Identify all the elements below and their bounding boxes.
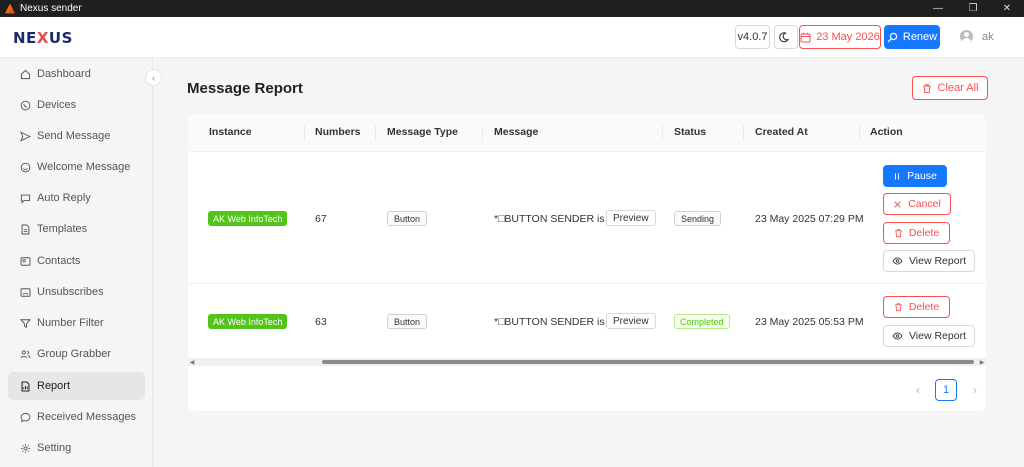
numbers-cell: 67 — [315, 213, 327, 225]
message-cell: *□BUTTON SENDER is ... — [494, 213, 617, 225]
sidebar-item-send-message[interactable]: Send Message — [8, 122, 145, 150]
sidebar-item-number-filter[interactable]: Number Filter — [8, 309, 145, 337]
restore-icon[interactable]: ❐ — [956, 0, 990, 17]
pagination-prev-icon[interactable]: ‹ — [911, 379, 925, 401]
view-report-button[interactable]: View Report — [883, 250, 975, 272]
page-title: Message Report — [187, 80, 303, 97]
home-icon — [20, 69, 31, 80]
window-titlebar: Nexus sender — ❐ ✕ — [0, 0, 1024, 17]
preview-button[interactable]: Preview — [606, 210, 656, 226]
window-title: Nexus sender — [20, 3, 82, 14]
app-icon — [5, 3, 15, 14]
moon-icon — [779, 31, 789, 42]
expiry-date-badge[interactable]: 23 May 2026 — [799, 25, 881, 49]
sidebar-item-dashboard[interactable]: Dashboard — [8, 60, 145, 88]
message-type-tag: Button — [387, 314, 428, 329]
sidebar-item-received-messages[interactable]: Received Messages — [8, 403, 145, 431]
avatar — [960, 30, 973, 43]
eye-icon — [892, 257, 903, 265]
message-type-tag: Button — [387, 211, 428, 226]
pagination-next-icon[interactable]: › — [968, 379, 982, 401]
column-header-created-at: Created At — [755, 126, 808, 138]
file-icon — [20, 224, 31, 235]
cancel-button[interactable]: Cancel — [883, 193, 951, 215]
column-header-message-type: Message Type — [387, 126, 459, 138]
sidebar: Dashboard Devices Send Message Welcome M… — [0, 58, 153, 467]
pagination-page-button[interactable]: 1 — [935, 379, 957, 401]
status-badge: Completed — [674, 314, 730, 329]
horizontal-scrollbar[interactable]: ◀ ▶ — [188, 358, 986, 366]
report-table-card: Instance Numbers Message Type Message St… — [188, 114, 986, 411]
sidebar-item-group-grabber[interactable]: Group Grabber — [8, 340, 145, 368]
renew-button[interactable]: Renew — [884, 25, 940, 49]
send-icon — [20, 130, 31, 142]
smile-icon — [20, 162, 31, 173]
close-icon — [894, 200, 901, 208]
scroll-right-icon[interactable]: ▶ — [978, 358, 986, 366]
whatsapp-icon — [20, 100, 31, 111]
trash-icon — [894, 229, 902, 238]
version-badge: v4.0.7 — [735, 25, 770, 49]
pause-icon — [895, 173, 900, 179]
instance-tag: AK Web InfoTech — [208, 314, 288, 329]
status-badge: Sending — [674, 211, 722, 226]
delete-button[interactable]: Delete — [883, 222, 950, 244]
pause-button[interactable]: Pause — [883, 165, 947, 187]
sidebar-item-report[interactable]: Report — [8, 372, 145, 400]
close-icon[interactable]: ✕ — [990, 0, 1024, 17]
chevron-left-icon: ‹ — [152, 72, 155, 83]
sidebar-item-templates[interactable]: Templates — [8, 215, 145, 243]
user-card-icon — [20, 287, 31, 298]
clear-all-button[interactable]: Clear All — [912, 76, 988, 100]
chat-icon — [20, 193, 31, 204]
eye-icon — [892, 332, 903, 340]
sidebar-item-devices[interactable]: Devices — [8, 91, 145, 119]
theme-toggle-button[interactable] — [774, 25, 798, 49]
gear-icon — [20, 443, 31, 454]
view-report-button[interactable]: View Report — [883, 325, 975, 347]
column-header-instance: Instance — [209, 126, 252, 138]
column-header-numbers: Numbers — [315, 126, 361, 138]
sidebar-collapse-button[interactable]: ‹ — [145, 69, 162, 86]
delete-button[interactable]: Delete — [883, 296, 950, 318]
preview-button[interactable]: Preview — [606, 313, 656, 329]
trash-icon — [922, 83, 931, 93]
numbers-cell: 63 — [315, 316, 327, 328]
group-icon — [20, 349, 31, 360]
search-icon — [887, 32, 898, 42]
column-header-action: Action — [870, 126, 903, 138]
user-menu[interactable]: ak — [960, 30, 994, 43]
sidebar-item-unsubscribes[interactable]: Unsubscribes — [8, 278, 145, 306]
calendar-icon — [800, 32, 811, 42]
sidebar-item-auto-reply[interactable]: Auto Reply — [8, 184, 145, 212]
message-cell: *□BUTTON SENDER is ... — [494, 316, 617, 328]
instance-tag: AK Web InfoTech — [208, 211, 288, 226]
minimize-icon[interactable]: — — [921, 0, 955, 17]
table-header: Instance Numbers Message Type Message St… — [188, 114, 986, 152]
created-at-cell: 23 May 2025 07:29 PM — [755, 213, 864, 225]
filter-icon — [20, 318, 31, 329]
app-header: NEXUS v4.0.7 23 May 2026 Renew ak — [0, 17, 1024, 58]
created-at-cell: 23 May 2025 05:53 PM — [755, 316, 864, 328]
scrollbar-thumb[interactable] — [322, 360, 974, 364]
nexus-logo: NEXUS — [13, 29, 73, 47]
trash-icon — [894, 303, 902, 312]
column-header-status: Status — [674, 126, 707, 138]
sidebar-item-contacts[interactable]: Contacts — [8, 247, 145, 275]
scroll-left-icon[interactable]: ◀ — [188, 358, 196, 366]
message-icon — [20, 412, 31, 423]
sidebar-item-setting[interactable]: Setting — [8, 434, 145, 462]
contact-card-icon — [20, 256, 31, 267]
report-icon — [20, 381, 31, 392]
sidebar-item-welcome-message[interactable]: Welcome Message — [8, 153, 145, 181]
column-header-message: Message — [494, 126, 539, 138]
